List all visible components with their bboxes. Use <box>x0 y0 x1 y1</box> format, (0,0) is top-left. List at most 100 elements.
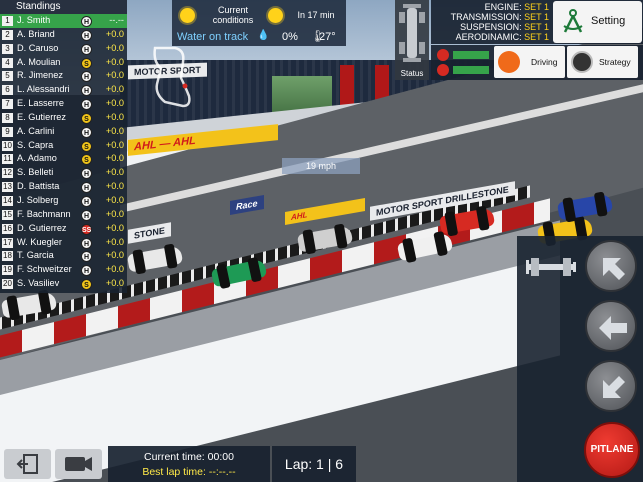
tyre-compound-icon: H <box>81 99 92 111</box>
tyre-compound-icon: S <box>81 112 92 124</box>
temperature: 27° <box>319 31 336 43</box>
standings-row[interactable]: 6 L. Alessandri H +0.0 <box>0 83 127 97</box>
standings-row[interactable]: 18 T. Garcia H +0.0 <box>0 249 127 263</box>
standings-row[interactable]: 15 F. Bachmann H +0.0 <box>0 208 127 222</box>
exit-door-icon <box>16 454 38 474</box>
tyre-compound-icon: H <box>81 43 92 55</box>
exit-button[interactable] <box>4 449 51 479</box>
position-badge: 19 <box>2 265 13 276</box>
gap-time: +0.0 <box>105 208 124 219</box>
standings-row[interactable]: 14 J. Solberg H +0.0 <box>0 194 127 208</box>
gap-time: +0.0 <box>105 222 124 233</box>
setup-suspension: SUSPENSION: SET 1 <box>460 22 549 32</box>
position-badge: 20 <box>2 279 13 290</box>
driver-name: A. Moulian <box>17 56 61 67</box>
conditions-panel[interactable]: Current conditions In 17 min Water on tr… <box>172 0 346 46</box>
position-badge: 14 <box>2 195 13 206</box>
driver-name: T. Garcia <box>17 250 54 261</box>
position-badge: 3 <box>2 43 13 54</box>
standings-row[interactable]: 19 F. Schweitzer H +0.0 <box>0 263 127 277</box>
driver-name: F. Bachmann <box>17 208 71 219</box>
standings-row[interactable]: 2 A. Briand H +0.0 <box>0 28 127 42</box>
driver-name: S. Vasiliev <box>17 278 60 289</box>
driving-label: Driving <box>531 57 558 67</box>
strategy-label: Strategy <box>599 57 631 67</box>
forecast-label: In 17 min <box>297 10 335 20</box>
setup-transmission: TRANSMISSION: SET 1 <box>450 12 549 22</box>
position-badge: 13 <box>2 182 13 193</box>
defend-button[interactable] <box>585 360 637 412</box>
tyre-compound-icon: H <box>81 16 92 27</box>
driver-helmet-icon <box>498 51 520 73</box>
standings-row[interactable]: 12 S. Belleti H +0.0 <box>0 166 127 180</box>
camera-button[interactable] <box>55 449 102 479</box>
tyre-compound-icon: H <box>81 251 92 263</box>
position-badge: 2 <box>2 29 13 40</box>
standings-row[interactable]: 10 S. Capra S +0.0 <box>0 139 127 153</box>
gap-time: +0.0 <box>105 167 124 178</box>
pitlane-button[interactable]: PITLANE <box>584 422 640 478</box>
standings-row[interactable]: 13 D. Battista H +0.0 <box>0 180 127 194</box>
push-attack-button[interactable] <box>585 240 637 292</box>
tyre-compound-icon: H <box>81 126 92 138</box>
pitlane-label: PITLANE <box>590 444 634 455</box>
standings-row[interactable]: 5 R. Jimenez H +0.0 <box>0 69 127 83</box>
position-badge: 8 <box>2 112 13 123</box>
setting-label: Setting <box>591 15 626 27</box>
setting-button[interactable]: Setting <box>553 1 642 43</box>
standings-row[interactable]: 9 A. Carlini H +0.0 <box>0 125 127 139</box>
standings-row[interactable]: 11 A. Adamo S +0.0 <box>0 152 127 166</box>
gap-time: +0.0 <box>105 194 124 205</box>
driver-name: R. Jimenez <box>17 70 63 81</box>
position-badge: 1 <box>2 16 13 26</box>
current-time: Current time: 00:00 <box>144 451 234 463</box>
gap-time: +0.0 <box>105 250 124 261</box>
status-label: Status <box>400 69 424 78</box>
gap-time: +0.0 <box>105 56 124 67</box>
tyre-compound-icon: H <box>81 237 92 249</box>
standings-row[interactable]: 16 D. Gutierrez SS +0.0 <box>0 222 127 236</box>
standings-list: 1 J. Smith H --.-- 2 A. Briand H +0.0 3 D. Caruso… <box>0 14 127 291</box>
gap-time: +0.0 <box>105 264 124 275</box>
standings-row[interactable]: 4 A. Moulian S +0.0 <box>0 56 127 70</box>
standings-title: Standings <box>0 0 127 14</box>
gap-time: +0.0 <box>105 181 124 192</box>
standings-row[interactable]: 3 D. Caruso H +0.0 <box>0 42 127 56</box>
position-badge: 4 <box>2 57 13 68</box>
position-badge: 18 <box>2 251 13 262</box>
tyre-compound-icon: S <box>81 279 92 291</box>
position-badge: 10 <box>2 140 13 151</box>
helmet-icon <box>437 49 449 61</box>
tyre-compound-icon: H <box>81 71 92 83</box>
standings-panel: Standings 1 J. Smith H --.-- 2 A. Briand H +0.0… <box>0 0 127 293</box>
gap-time: +0.0 <box>105 28 124 39</box>
driver-name: A. Adamo <box>17 153 57 164</box>
car-status-button[interactable]: Status <box>395 0 429 80</box>
standings-row[interactable]: 20 S. Vasiliev S +0.0 <box>0 277 127 291</box>
timing-panel: Current time: 00:00 Best lap time: --:--… <box>108 446 270 482</box>
move-left-button[interactable] <box>585 300 637 352</box>
driver-name: S. Belleti <box>17 167 54 178</box>
standings-row[interactable]: 7 E. Lasserre H +0.0 <box>0 97 127 111</box>
setup-aero: AERODINAMIC: SET 1 <box>455 32 549 42</box>
gap-time: +0.0 <box>105 42 124 53</box>
driver-name: W. Kuegler <box>17 236 62 247</box>
driving-button[interactable]: Driving <box>494 46 565 78</box>
arrow-up-left-icon <box>603 258 625 280</box>
position-badge: 9 <box>2 126 13 137</box>
position-badge: 5 <box>2 71 13 82</box>
standings-row[interactable]: 8 E. Gutierrez S +0.0 <box>0 111 127 125</box>
strategy-button[interactable]: Strategy <box>567 46 638 78</box>
rain-drops-icon: 💧 <box>257 30 270 41</box>
tyre-wear-icon <box>437 64 449 76</box>
standings-row[interactable]: 1 J. Smith H --.-- <box>0 14 127 28</box>
tyre-wear-bar <box>453 66 489 74</box>
driver-name: D. Caruso <box>17 42 59 53</box>
driver-name: A. Carlini <box>17 125 55 136</box>
sun-icon <box>180 8 195 23</box>
driver-name: F. Schweitzer <box>17 264 72 275</box>
track-minimap <box>153 46 191 108</box>
standings-row[interactable]: 17 W. Kuegler H +0.0 <box>0 236 127 250</box>
compass-icon <box>563 9 583 33</box>
gap-time: +0.0 <box>105 111 124 122</box>
